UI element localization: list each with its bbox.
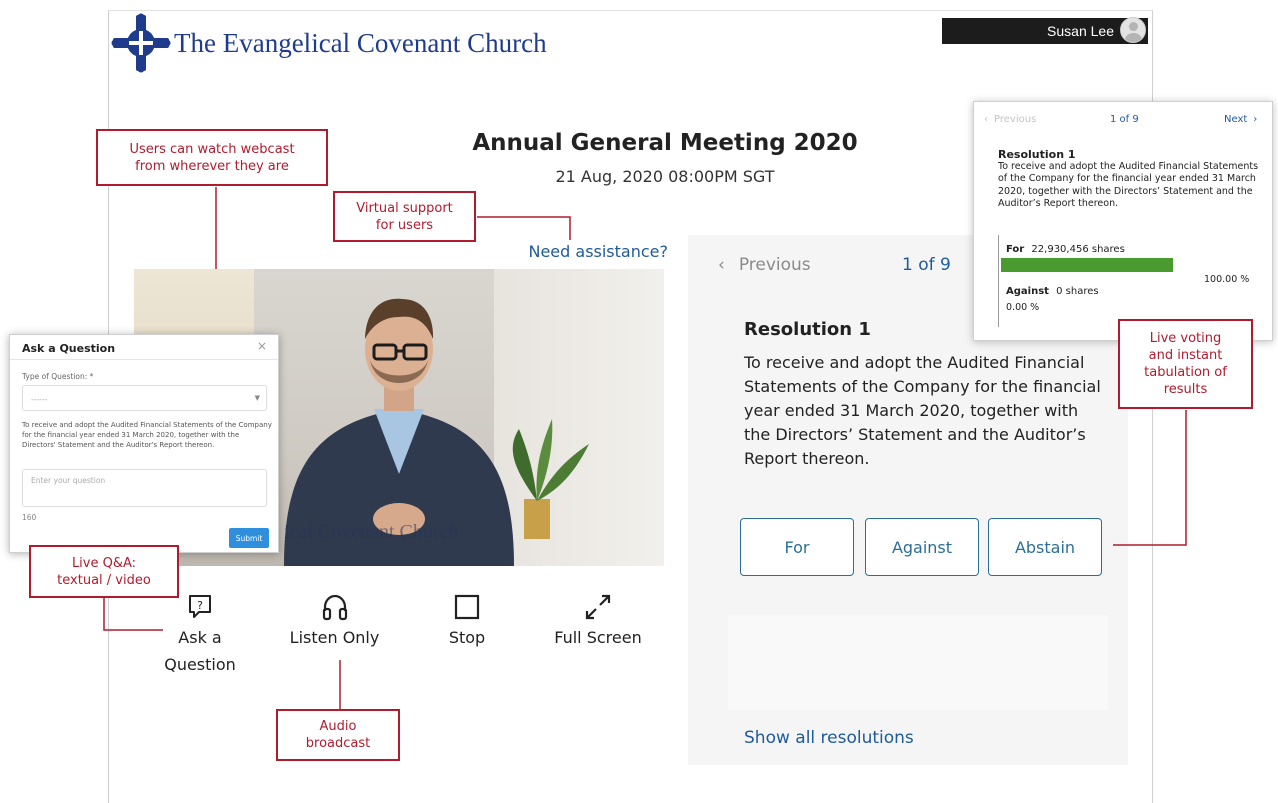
dialog-divider bbox=[10, 359, 278, 360]
annotation-audio: Audio broadcast bbox=[276, 709, 400, 761]
annotation-qa: Live Q&A: textual / video bbox=[29, 545, 179, 598]
results-next-label: Next bbox=[1224, 114, 1248, 125]
results-resolution-text: To receive and adopt the Audited Financi… bbox=[998, 161, 1259, 210]
annotation-webcast: Users can watch webcast from wherever th… bbox=[96, 129, 328, 186]
expand-arrows-icon bbox=[585, 594, 611, 620]
against-shares: 0 shares bbox=[1056, 286, 1099, 297]
chevron-left-icon: ‹ bbox=[718, 255, 725, 275]
results-previous-label: Previous bbox=[994, 114, 1037, 125]
dialog-resolution-text: To receive and adopt the Audited Financi… bbox=[22, 421, 272, 449]
chevron-left-icon: ‹ bbox=[984, 114, 988, 125]
svg-text:?: ? bbox=[197, 599, 203, 612]
question-input[interactable] bbox=[22, 469, 267, 507]
results-axis-line bbox=[998, 235, 999, 327]
avatar-icon[interactable] bbox=[1120, 17, 1146, 43]
stop-label: Stop bbox=[448, 628, 486, 647]
resolution-counter: 1 of 9 bbox=[902, 255, 951, 275]
listen-only-label: Listen Only bbox=[289, 628, 380, 647]
chevron-down-icon: ▼ bbox=[254, 394, 260, 402]
meeting-datetime: 21 Aug, 2020 08:00PM SGT bbox=[555, 167, 775, 186]
chevron-right-icon: › bbox=[1253, 114, 1258, 125]
chat-question-icon: ? bbox=[189, 595, 211, 618]
for-percent: 100.00 % bbox=[1204, 274, 1250, 285]
for-label: For bbox=[1006, 244, 1025, 255]
plant-decor bbox=[512, 419, 589, 539]
vote-abstain-button[interactable]: Abstain bbox=[988, 518, 1102, 576]
covenant-cross-icon bbox=[111, 13, 171, 73]
vote-for-button[interactable]: For bbox=[740, 518, 854, 576]
previous-label: Previous bbox=[738, 255, 811, 275]
submit-question-button[interactable]: Submit bbox=[229, 528, 269, 548]
org-logo[interactable]: The Evangelical Covenant Church bbox=[110, 12, 547, 74]
headphones-icon bbox=[322, 594, 347, 621]
ask-question-dialog: Ask a Question × Type of Question: * ---… bbox=[9, 334, 279, 553]
vote-against-button[interactable]: Against bbox=[865, 518, 979, 576]
meeting-title: Annual General Meeting 2020 bbox=[472, 130, 858, 156]
question-type-value: ------ bbox=[31, 395, 48, 404]
ask-question-label: Ask a Question bbox=[164, 628, 236, 674]
voting-panel-blank-area bbox=[728, 615, 1108, 710]
user-name: Susan Lee bbox=[1047, 23, 1114, 39]
dialog-title: Ask a Question bbox=[22, 342, 116, 355]
stop-button[interactable]: Stop bbox=[437, 592, 497, 651]
stop-square-icon bbox=[454, 594, 480, 620]
resolution-text: To receive and adopt the Audited Financi… bbox=[744, 353, 1101, 468]
org-name: The Evangelical Covenant Church bbox=[174, 27, 547, 58]
close-icon[interactable]: × bbox=[257, 339, 267, 353]
results-resolution-title: Resolution 1 bbox=[998, 148, 1076, 161]
annotation-voting: Live voting and instant tabulation of re… bbox=[1118, 319, 1253, 409]
live-results-card: ‹ Previous 1 of 9 Next › Resolution 1 To r… bbox=[973, 101, 1273, 341]
annotation-support: Virtual support for users bbox=[333, 191, 476, 242]
results-next-button[interactable]: Next › bbox=[1224, 114, 1257, 125]
for-result: For 22,930,456 shares bbox=[1006, 244, 1125, 255]
char-count: 160 bbox=[22, 513, 37, 522]
video-watermark: ical Covenant Church bbox=[284, 521, 459, 543]
against-result: Against 0 shares bbox=[1006, 286, 1099, 297]
results-counter: 1 of 9 bbox=[1110, 114, 1139, 125]
show-all-resolutions-link[interactable]: Show all resolutions bbox=[744, 728, 914, 748]
user-menu[interactable]: Susan Lee bbox=[942, 18, 1148, 44]
question-type-select[interactable]: ------ ▼ bbox=[22, 385, 267, 411]
against-percent: 0.00 % bbox=[1006, 302, 1040, 313]
against-label: Against bbox=[1006, 286, 1049, 297]
full-screen-button[interactable]: Full Screen bbox=[543, 592, 653, 651]
for-shares: 22,930,456 shares bbox=[1031, 244, 1125, 255]
full-screen-label: Full Screen bbox=[554, 628, 642, 647]
for-result-bar bbox=[1001, 258, 1173, 272]
resolution-title: Resolution 1 bbox=[744, 319, 871, 340]
ask-question-button[interactable]: ? Ask a Question bbox=[160, 592, 240, 678]
question-type-label: Type of Question: * bbox=[22, 372, 94, 381]
results-previous-button[interactable]: ‹ Previous bbox=[984, 114, 1036, 125]
need-assistance-link[interactable]: Need assistance? bbox=[488, 242, 668, 261]
listen-only-button[interactable]: Listen Only bbox=[282, 592, 387, 651]
previous-resolution-button[interactable]: ‹ Previous bbox=[718, 255, 811, 275]
